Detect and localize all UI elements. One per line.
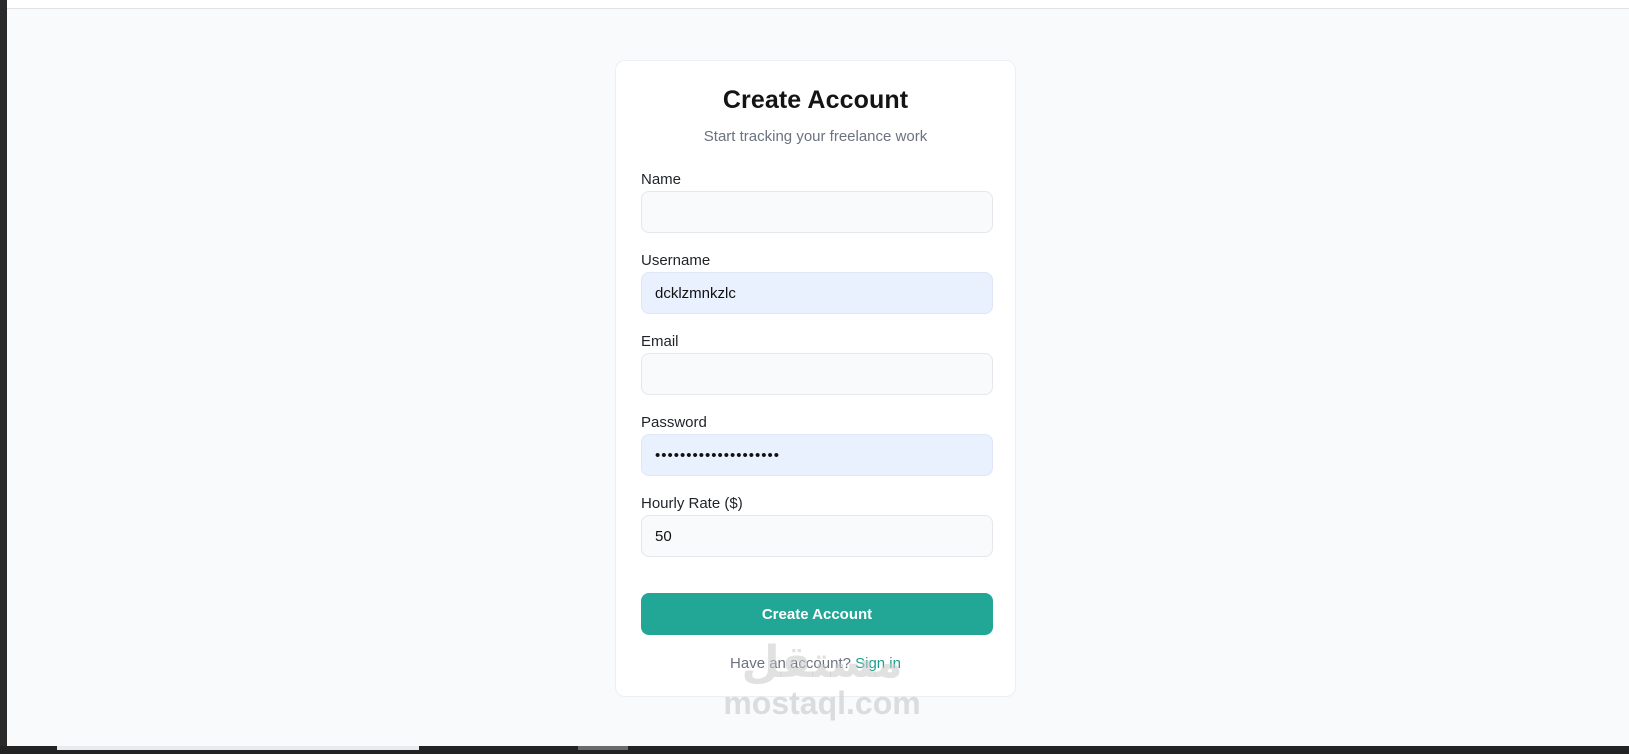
name-field[interactable]: [641, 191, 993, 233]
sign-in-link[interactable]: Sign in: [855, 655, 901, 672]
page-title: Create Account: [722, 86, 909, 114]
taskbar-segment: [578, 746, 628, 750]
signin-prompt: Have an account? Sign in: [616, 655, 1015, 672]
name-label: Name: [641, 171, 682, 188]
email-label: Email: [641, 333, 679, 350]
taskbar-segment: [57, 746, 419, 750]
hourly-rate-label: Hourly Rate ($): [641, 495, 743, 512]
password-field[interactable]: [641, 434, 993, 476]
top-bar: [7, 0, 1629, 9]
hourly-rate-field[interactable]: [641, 515, 993, 557]
create-account-button[interactable]: Create Account: [641, 593, 993, 635]
signin-prompt-text: Have an account?: [730, 655, 851, 672]
window-edge-bottom: [0, 746, 1629, 754]
window-edge-left: [0, 0, 7, 754]
password-label: Password: [641, 414, 707, 431]
page-viewport: Create Account Start tracking your freel…: [7, 0, 1629, 746]
page-subtitle: Start tracking your freelance work: [703, 128, 928, 145]
email-field[interactable]: [641, 353, 993, 395]
username-label: Username: [641, 252, 711, 269]
signup-card: Create Account Start tracking your freel…: [615, 60, 1016, 697]
username-field[interactable]: [641, 272, 993, 314]
